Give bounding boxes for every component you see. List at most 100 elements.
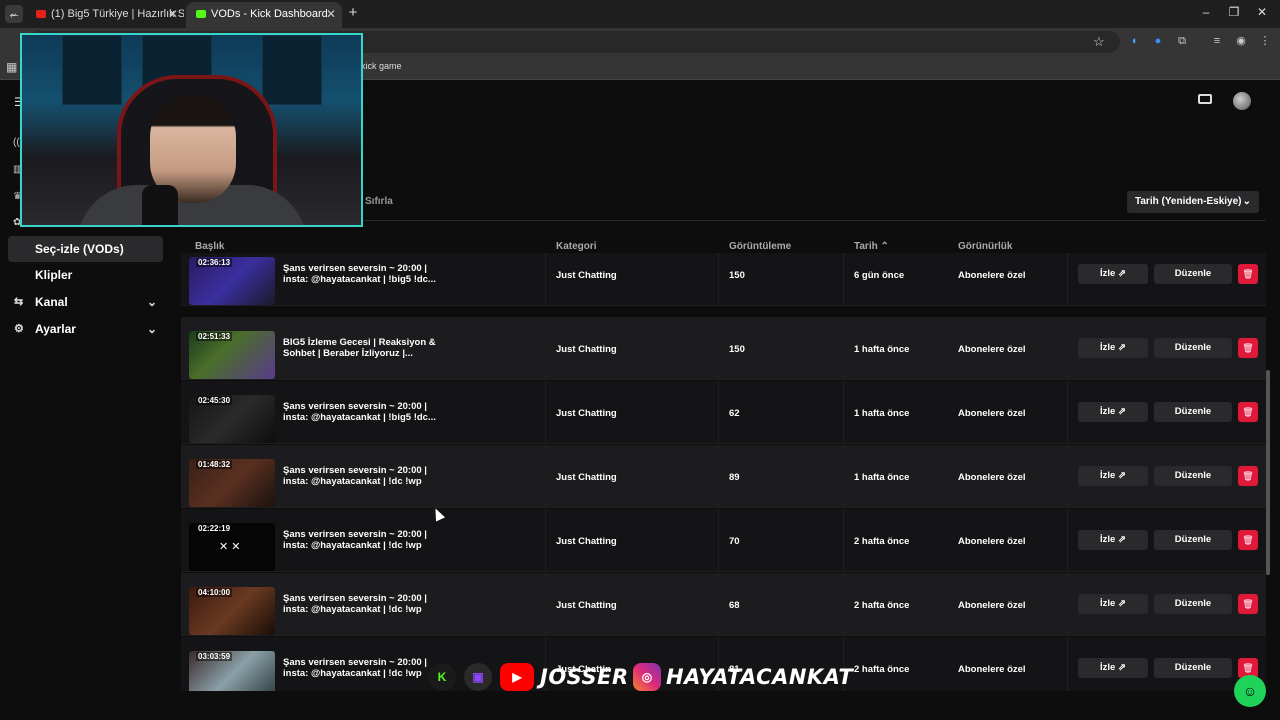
sort-dropdown[interactable]: Tarih (Yeniden-Eskiye) ⌄: [1127, 191, 1259, 213]
bookmark-item[interactable]: kick game: [361, 61, 402, 71]
instagram-handle: HAYATACANKAT: [666, 665, 854, 689]
delete-trash-icon[interactable]: 🗑: [1238, 338, 1258, 358]
table-row: 02:45:30 Şans verirsen seversin ~ 20:00 …: [181, 381, 1266, 444]
edit-button[interactable]: Düzenle: [1154, 402, 1232, 422]
watch-button[interactable]: İzle ⇗: [1078, 594, 1148, 614]
edit-button[interactable]: Düzenle: [1154, 338, 1232, 358]
watch-button[interactable]: İzle ⇗: [1078, 338, 1148, 358]
vod-date: 2 hafta önce: [854, 600, 910, 611]
extension-wave-icon[interactable]: ◖: [1127, 34, 1141, 48]
extension-shield-icon[interactable]: ●: [1151, 34, 1165, 48]
column-divider: [843, 573, 844, 636]
vod-category: Just Chatting: [556, 600, 617, 611]
instagram-logo-icon: ◎: [633, 663, 661, 691]
delete-trash-icon[interactable]: 🗑: [1238, 402, 1258, 422]
column-divider: [1067, 637, 1068, 691]
browser-tab-bar: ⌄ (1) Big5 Türkiye | Hazırlık Sezon ✕ VO…: [0, 0, 1280, 28]
stream-preview-icon[interactable]: [1198, 94, 1212, 104]
vod-thumbnail[interactable]: 02:36:13: [189, 257, 275, 305]
vod-title: Şans verirsen seversin ~ 20:00 | insta: …: [283, 529, 427, 551]
vod-duration: 02:22:19: [196, 524, 233, 533]
column-header-category[interactable]: Kategori: [556, 241, 597, 252]
vod-thumbnail[interactable]: 03:03:59: [189, 651, 275, 691]
media-playlist-icon[interactable]: ≡: [1210, 34, 1224, 48]
edit-button[interactable]: Düzenle: [1154, 530, 1232, 550]
sort-up-icon: ⌃: [880, 241, 889, 252]
vod-date: 2 hafta önce: [854, 536, 910, 547]
back-arrow-icon[interactable]: ←: [7, 5, 21, 21]
vod-duration: 04:10:00: [196, 588, 233, 597]
edit-button[interactable]: Düzenle: [1154, 466, 1232, 486]
vod-table: 02:36:13 Şans verirsen seversin ~ 20:00 …: [181, 253, 1266, 691]
column-header-visibility[interactable]: Görünürlük: [958, 241, 1012, 252]
watch-button[interactable]: İzle ⇗: [1078, 530, 1148, 550]
chevron-down-icon: ⌄: [1242, 196, 1251, 207]
external-link-icon: ⇗: [1117, 268, 1126, 279]
column-header-views[interactable]: Görüntüleme: [729, 241, 791, 252]
column-divider: [1067, 317, 1068, 380]
vod-category: Just Chatting: [556, 472, 617, 483]
delete-trash-icon[interactable]: 🗑: [1238, 530, 1258, 550]
apps-grid-icon[interactable]: ▦: [6, 60, 17, 74]
column-header-date[interactable]: Tarih ⌃: [854, 241, 889, 252]
user-avatar[interactable]: [1233, 92, 1251, 110]
edit-button[interactable]: Düzenle: [1154, 658, 1232, 678]
vod-thumbnail[interactable]: 04:10:00: [189, 587, 275, 635]
watch-button[interactable]: İzle ⇗: [1078, 466, 1148, 486]
column-header-title[interactable]: Başlık: [195, 241, 224, 252]
column-divider: [545, 381, 546, 444]
column-divider: [545, 573, 546, 636]
reset-filters-button[interactable]: Sıfırla: [365, 196, 393, 207]
vod-thumbnail[interactable]: 02:51:33: [189, 331, 275, 379]
twitch-logo-icon: ▣: [464, 663, 492, 691]
vod-thumbnail[interactable]: 02:45:30: [189, 395, 275, 443]
watch-button[interactable]: İzle ⇗: [1078, 658, 1148, 678]
vod-thumbnail[interactable]: 02:22:19 ✕ ✕: [189, 523, 275, 571]
tab-close-icon[interactable]: ✕: [168, 2, 178, 26]
watch-button[interactable]: İzle ⇗: [1078, 264, 1148, 284]
external-link-icon: ⇗: [1117, 470, 1126, 481]
table-row: 02:36:13 Şans verirsen seversin ~ 20:00 …: [181, 253, 1266, 306]
vod-category: Just Chatting: [556, 408, 617, 419]
vod-thumbnail[interactable]: 01:48:32: [189, 459, 275, 507]
sidebar-item-settings[interactable]: ⚙ Ayarlar ⌄: [8, 316, 163, 342]
delete-trash-icon[interactable]: 🗑: [1238, 466, 1258, 486]
minimize-icon[interactable]: –: [1197, 5, 1215, 19]
watch-button-label: İzle: [1100, 534, 1116, 545]
column-divider: [718, 253, 719, 306]
edit-button[interactable]: Düzenle: [1154, 594, 1232, 614]
profile-icon[interactable]: ◉: [1234, 34, 1248, 48]
edit-button[interactable]: Düzenle: [1154, 264, 1232, 284]
watch-button[interactable]: İzle ⇗: [1078, 402, 1148, 422]
column-divider: [545, 509, 546, 572]
youtube-logo-icon: ▶: [500, 663, 534, 691]
sidebar-item-label: Klipler: [35, 268, 73, 282]
page-scrollbar[interactable]: [1266, 370, 1270, 575]
window-close-icon[interactable]: ✕: [1253, 5, 1271, 19]
sidebar-item-vods[interactable]: Seç-izle (VODs): [8, 236, 163, 262]
vod-date: 1 hafta önce: [854, 344, 910, 355]
sidebar-item-channel[interactable]: ⇆ Kanal ⌄: [8, 289, 163, 315]
tab-close-icon[interactable]: ✕: [326, 2, 336, 26]
delete-trash-icon[interactable]: 🗑: [1238, 594, 1258, 614]
column-divider: [718, 381, 719, 444]
delete-trash-icon[interactable]: 🗑: [1238, 264, 1258, 284]
column-divider: [1067, 573, 1068, 636]
vod-duration: 02:51:33: [196, 332, 233, 341]
vod-date: 1 hafta önce: [854, 472, 910, 483]
youtube-handle: JOSSER: [540, 665, 629, 689]
browser-tab-youtube[interactable]: (1) Big5 Türkiye | Hazırlık Sezon ✕: [26, 2, 184, 28]
extensions-puzzle-icon[interactable]: ⧉: [1175, 34, 1189, 48]
sidebar-item-label: Ayarlar: [35, 322, 76, 336]
column-divider: [718, 509, 719, 572]
social-overlay: K ▣ ▶ JOSSER ◎ HAYATACANKAT: [428, 659, 853, 695]
browser-menu-icon[interactable]: ⋮: [1258, 34, 1272, 48]
bookmark-star-icon[interactable]: ☆: [1093, 34, 1105, 50]
wall-poster: [262, 35, 322, 105]
browser-tab-kick[interactable]: VODs - Kick Dashboard ✕: [186, 2, 342, 28]
maximize-icon[interactable]: ❐: [1225, 5, 1243, 19]
support-chat-icon[interactable]: ☺: [1234, 675, 1266, 707]
new-tab-plus-icon[interactable]: +: [346, 4, 360, 22]
channel-icon: ⇆: [14, 296, 24, 308]
sidebar-item-clips[interactable]: Klipler: [8, 262, 163, 288]
